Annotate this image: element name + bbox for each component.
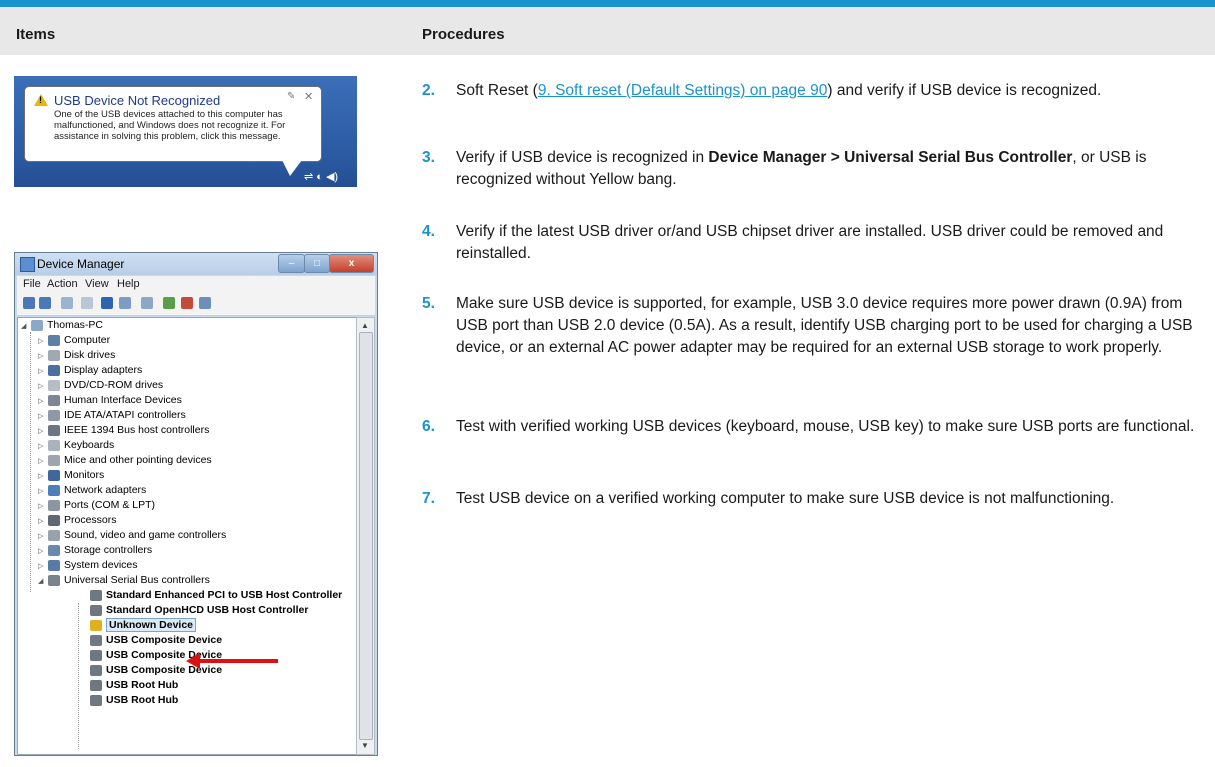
mouse-icon [48, 454, 60, 466]
network-icon [48, 484, 60, 496]
usb-icon [90, 649, 102, 661]
device-tree: ◢ Thomas-PC ▷ Computer ▷ Disk drives ▷ Displ… [17, 317, 357, 755]
storage-icon [48, 544, 60, 556]
items-column-header: Items [16, 26, 56, 43]
menu-help[interactable]: Help [117, 278, 140, 290]
tree-item-ports[interactable]: ▷ Ports (COM & LPT) [38, 498, 155, 513]
computer-icon [31, 319, 43, 331]
vertical-scrollbar[interactable]: ▲ ▼ [356, 317, 375, 755]
usb-icon [90, 634, 102, 646]
disable-icon[interactable] [199, 297, 211, 309]
tree-item-processors[interactable]: ▷ Processors [38, 513, 117, 528]
menu-action[interactable]: Action [47, 278, 78, 290]
tree-item-usb-child[interactable]: USB Root Hub [90, 678, 178, 693]
toolbar [17, 293, 375, 316]
tree-item-dvd-drives[interactable]: ▷ DVD/CD-ROM drives [38, 378, 163, 393]
scan-hardware-icon[interactable] [141, 297, 153, 309]
hid-icon [48, 394, 60, 406]
menu-file[interactable]: File [23, 278, 41, 290]
tree-item-sound[interactable]: ▷ Sound, video and game controllers [38, 528, 226, 543]
uninstall-icon[interactable] [181, 297, 193, 309]
back-icon[interactable] [23, 297, 35, 309]
step-number: 5. [422, 295, 435, 312]
scroll-thumb[interactable] [359, 332, 373, 740]
scroll-down-icon[interactable]: ▼ [361, 741, 369, 750]
tree-item-computer[interactable]: ▷ Computer [38, 333, 110, 348]
scroll-up-icon[interactable]: ▲ [361, 321, 369, 330]
soft-reset-link[interactable]: 9. Soft reset (Default Settings) on page… [538, 82, 828, 99]
tree-item-usb-controllers[interactable]: ◢ Universal Serial Bus controllers [38, 573, 210, 588]
step-number: 2. [422, 82, 435, 99]
minimize-button[interactable]: – [278, 254, 305, 273]
warning-usb-icon [90, 619, 102, 631]
balloon-tail [282, 160, 302, 176]
notification-balloon[interactable]: ! USB Device Not Recognized One of the U… [24, 86, 322, 162]
ieee1394-icon [48, 424, 60, 436]
window-titlebar: Device Manager – □ x [15, 253, 377, 275]
device-manager-icon [20, 257, 35, 272]
tree-item-network-adapters[interactable]: ▷ Network adapters [38, 483, 146, 498]
menu-bar: File Action View Help [17, 276, 375, 293]
computer-icon [48, 334, 60, 346]
tree-root[interactable]: ◢ Thomas-PC [21, 318, 103, 333]
system-tray-icons: ⇌ ◐ ◀) [304, 171, 339, 183]
tree-item-usb-child[interactable]: Standard Enhanced PCI to USB Host Contro… [90, 588, 342, 603]
usb-icon [48, 574, 60, 586]
close-icon[interactable]: ✕ [304, 90, 313, 103]
tree-item-usb-child[interactable]: USB Composite Device [90, 663, 222, 678]
step-number: 6. [422, 418, 435, 435]
port-icon [48, 499, 60, 511]
system-icon [48, 559, 60, 571]
usb-icon [90, 679, 102, 691]
properties-icon[interactable] [81, 297, 93, 309]
disk-icon [48, 349, 60, 361]
usb-icon [90, 694, 102, 706]
tree-item-monitors[interactable]: ▷ Monitors [38, 468, 104, 483]
window-title: Device Manager [37, 257, 125, 271]
usb-icon [90, 664, 102, 676]
tree-item-hid[interactable]: ▷ Human Interface Devices [38, 393, 182, 408]
usb-icon [90, 604, 102, 616]
step-number: 7. [422, 490, 435, 507]
red-arrow-shaft [198, 659, 278, 663]
tree-item-keyboards[interactable]: ▷ Keyboards [38, 438, 114, 453]
ide-icon [48, 409, 60, 421]
tree-item-unknown-device[interactable]: Unknown Device [90, 618, 197, 633]
usb-not-recognized-screenshot: ! USB Device Not Recognized One of the U… [14, 76, 357, 187]
step-number: 4. [422, 223, 435, 240]
tree-item-system-devices[interactable]: ▷ System devices [38, 558, 138, 573]
tree-item-mice[interactable]: ▷ Mice and other pointing devices [38, 453, 212, 468]
display-icon [48, 364, 60, 376]
processor-icon [48, 514, 60, 526]
tree-item-display-adapters[interactable]: ▷ Display adapters [38, 363, 142, 378]
pin-icon[interactable]: ✎ [287, 91, 295, 102]
help-icon[interactable] [101, 297, 113, 309]
device-manager-window: Device Manager – □ x File Action View He… [14, 252, 378, 756]
step-number: 3. [422, 149, 435, 166]
close-button[interactable]: x [329, 254, 374, 273]
usb-icon [90, 589, 102, 601]
menu-view[interactable]: View [85, 278, 109, 290]
tree-item-disk-drives[interactable]: ▷ Disk drives [38, 348, 115, 363]
table-header: Items Procedures [0, 7, 1215, 55]
top-accent-bar [0, 0, 1215, 7]
procedures-column-header: Procedures [422, 26, 505, 43]
maximize-button[interactable]: □ [304, 254, 330, 273]
tree-item-ieee1394[interactable]: ▷ IEEE 1394 Bus host controllers [38, 423, 209, 438]
tree-item-storage-controllers[interactable]: ▷ Storage controllers [38, 543, 152, 558]
balloon-message: One of the USB devices attached to this … [54, 109, 286, 142]
tree-item-usb-child[interactable]: USB Root Hub [90, 693, 178, 708]
view-icon[interactable] [119, 297, 131, 309]
update-driver-icon[interactable] [163, 297, 175, 309]
show-hide-tree-icon[interactable] [61, 297, 73, 309]
speaker-icon [48, 529, 60, 541]
forward-icon[interactable] [39, 297, 51, 309]
tree-item-usb-child[interactable]: USB Composite Device [90, 633, 222, 648]
monitor-icon [48, 469, 60, 481]
tree-item-usb-child[interactable]: Standard OpenHCD USB Host Controller [90, 603, 308, 618]
keyboard-icon [48, 439, 60, 451]
balloon-title: USB Device Not Recognized [54, 93, 221, 108]
dvd-icon [48, 379, 60, 391]
tree-item-ide-controllers[interactable]: ▷ IDE ATA/ATAPI controllers [38, 408, 186, 423]
